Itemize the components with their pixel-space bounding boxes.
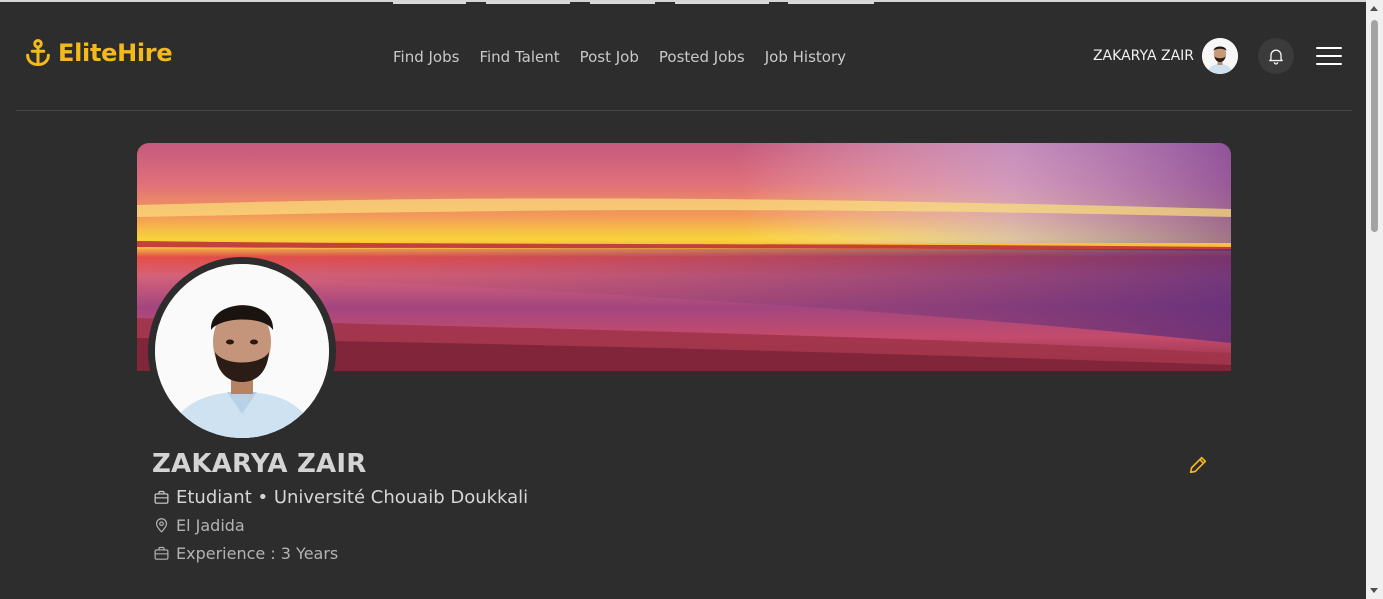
nav-job-history[interactable]: Job History <box>765 48 846 66</box>
location-text: El Jadida <box>176 516 245 535</box>
nav-find-talent[interactable]: Find Talent <box>479 48 559 66</box>
top-navbar: EliteHire Find Jobs Find Talent Post Job… <box>16 2 1352 111</box>
profile-headline: Etudiant • Université Chouaib Doukkali <box>153 487 528 508</box>
logo-text: EliteHire <box>58 39 173 67</box>
anchor-icon <box>26 39 50 67</box>
profile-avatar[interactable] <box>148 257 336 445</box>
briefcase-icon <box>154 546 169 560</box>
scrollbar[interactable] <box>1366 0 1383 599</box>
experience-text: Experience : 3 Years <box>176 544 339 563</box>
nav-post-job[interactable]: Post Job <box>580 48 639 66</box>
nav-find-jobs[interactable]: Find Jobs <box>393 48 459 66</box>
profile-name: ZAKARYA ZAIR <box>152 449 367 479</box>
scroll-down-arrow-icon[interactable] <box>1370 588 1378 593</box>
user-menu: ZAKARYA ZAIR <box>1093 38 1352 74</box>
bell-icon <box>1269 49 1283 65</box>
user-name[interactable]: ZAKARYA ZAIR <box>1093 48 1194 64</box>
nav-posted-jobs[interactable]: Posted Jobs <box>659 48 745 66</box>
profile-experience: Experience : 3 Years <box>153 544 338 563</box>
pencil-icon <box>1189 456 1207 474</box>
scroll-up-arrow-icon[interactable] <box>1370 6 1378 11</box>
profile-location: El Jadida <box>153 516 245 535</box>
briefcase-icon <box>154 490 169 504</box>
edit-profile-button[interactable] <box>1187 454 1209 476</box>
map-pin-icon <box>155 518 168 533</box>
scrollbar-thumb[interactable] <box>1371 20 1378 232</box>
avatar-photo <box>1202 38 1238 74</box>
avatar[interactable] <box>1202 38 1238 74</box>
headline-text: Etudiant • Université Chouaib Doukkali <box>176 487 529 508</box>
notifications-button[interactable] <box>1258 38 1294 74</box>
logo[interactable]: EliteHire <box>24 38 173 68</box>
hamburger-menu-icon[interactable] <box>1316 45 1342 67</box>
profile-photo <box>155 264 329 438</box>
main-nav: Find Jobs Find Talent Post Job Posted Jo… <box>393 48 846 66</box>
